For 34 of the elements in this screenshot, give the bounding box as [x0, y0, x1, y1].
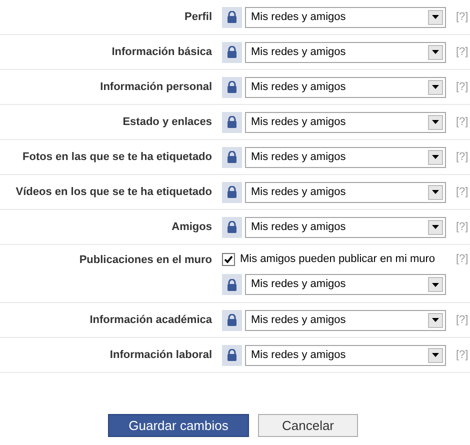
privacy-dropdown[interactable]: Mis redes y amigos [245, 310, 446, 330]
cancel-button[interactable]: Cancelar [258, 414, 358, 437]
privacy-dropdown[interactable]: Mis redes y amigos [245, 344, 446, 366]
setting-label: Fotos en las que se te ha etiquetado [22, 150, 212, 165]
checkbox-label: Mis amigos pueden publicar en mi muro [240, 252, 436, 267]
lock-icon [222, 274, 242, 295]
setting-label: Información académica [88, 312, 212, 328]
setting-label: Vídeos en los que se te ha etiquetado [14, 184, 212, 200]
privacy-dropdown[interactable]: Mis redes y amigos [245, 76, 446, 98]
setting-label: Publicaciones en el muro [78, 253, 212, 268]
lock-icon [222, 6, 242, 28]
privacy-dropdown[interactable]: Mis redes y amigos [245, 112, 446, 132]
setting-label: Amigos [170, 220, 212, 235]
lock-icon [222, 182, 242, 202]
checkbox[interactable] [222, 252, 235, 266]
setting-label: Información personal [99, 80, 212, 95]
setting-label: Información básica [110, 44, 212, 60]
privacy-dropdown[interactable]: Mis redes y amigos [245, 274, 446, 295]
lock-icon [222, 112, 242, 132]
setting-label: Perfil [183, 10, 212, 25]
lock-icon [222, 310, 242, 330]
privacy-dropdown[interactable]: Mis redes y amigos [245, 146, 446, 168]
privacy-dropdown[interactable]: Mis redes y amigos [245, 182, 446, 202]
lock-icon [222, 42, 242, 62]
privacy-dropdown[interactable]: Mis redes y amigos [245, 216, 446, 238]
lock-icon [222, 344, 242, 366]
save-button[interactable]: Guardar cambios [108, 414, 249, 437]
setting-label: Estado y enlaces [122, 114, 212, 130]
lock-icon [222, 146, 242, 168]
privacy-dropdown[interactable]: Mis redes y amigos [245, 42, 446, 62]
lock-icon [222, 216, 242, 238]
privacy-dropdown[interactable]: Mis redes y amigos [245, 6, 446, 28]
setting-label: Información laboral [108, 348, 212, 363]
lock-icon [222, 76, 242, 98]
